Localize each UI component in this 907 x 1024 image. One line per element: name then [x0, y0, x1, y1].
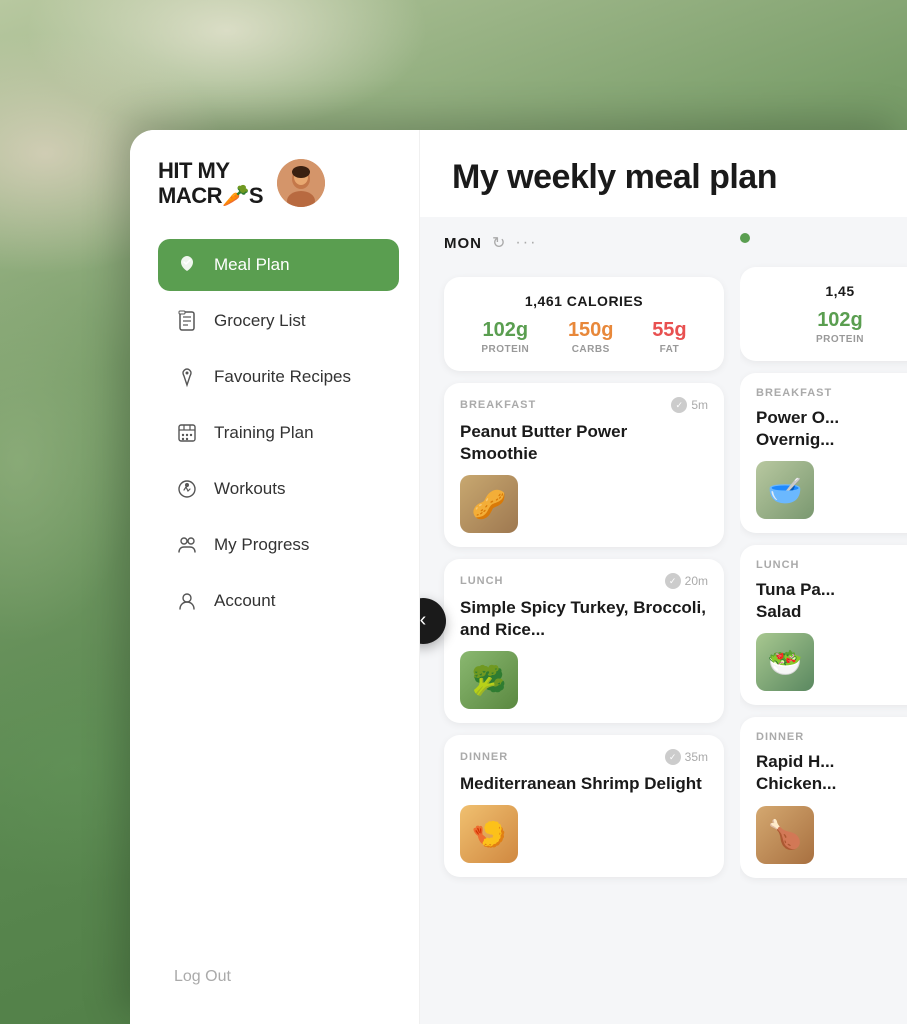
day-header-mon: MON ↻ ··· [444, 217, 724, 265]
grocery-list-icon [174, 308, 200, 334]
refresh-icon[interactable]: ↻ [492, 233, 505, 253]
main-content: My weekly meal plan ‹ MON ↻ ··· 1,461 CA… [420, 130, 907, 1024]
fat-value: 55g [652, 319, 686, 342]
meal-name-breakfast-tue: Power O...Overnig... [756, 407, 907, 451]
sidebar-item-my-progress[interactable]: My Progress [158, 519, 399, 571]
page-title: My weekly meal plan [452, 158, 777, 196]
logo-text: HIT MY MACR🥕S [158, 158, 263, 209]
macros-row-tue: 102g PROTEIN [758, 309, 907, 345]
sidebar: HIT MY MACR🥕S [130, 130, 420, 1024]
time-check-icon: ✓ [671, 397, 687, 413]
meal-time-lunch: ✓ 20m [665, 573, 708, 589]
meal-card-lunch-tue[interactable]: LUNCH Tuna Pa...Salad 🥗 [740, 545, 907, 705]
avatar[interactable] [277, 159, 325, 207]
protein-label-tue: PROTEIN [816, 334, 864, 345]
fat-label: FAT [652, 344, 686, 355]
logo-line2-start: MACR [158, 183, 222, 208]
time-check-icon-lunch: ✓ [665, 573, 681, 589]
sidebar-item-workouts[interactable]: Workouts [158, 463, 399, 515]
sidebar-item-training-plan[interactable]: Training Plan [158, 407, 399, 459]
protein-value: 102g [481, 319, 529, 342]
meal-card-lunch-mon[interactable]: LUNCH ✓ 20m Simple Spicy Turkey, Broccol… [444, 559, 724, 723]
sidebar-item-favourite-recipes[interactable]: Favourite Recipes [158, 351, 399, 403]
logo-carrot: 🥕 [222, 183, 249, 208]
calorie-card-tue: 1,45 102g PROTEIN [740, 267, 907, 361]
meal-plan-label: Meal Plan [214, 255, 290, 275]
sidebar-item-account[interactable]: Account [158, 575, 399, 627]
my-progress-label: My Progress [214, 535, 309, 555]
meal-name-dinner: Mediterranean Shrimp Delight [460, 773, 708, 795]
calorie-card-mon: 1,461 CALORIES 102g PROTEIN 150g CARBS [444, 277, 724, 371]
app-panel: HIT MY MACR🥕S [130, 130, 907, 1024]
meal-thumb-breakfast-tue: 🥣 [756, 461, 814, 519]
day-header-tue [740, 217, 907, 255]
day-column-tue: 1,45 102g PROTEIN BREAKFAST [740, 217, 907, 1024]
main-header: My weekly meal plan [420, 130, 907, 217]
avatar-image [277, 159, 325, 207]
favourite-recipes-label: Favourite Recipes [214, 367, 351, 387]
meal-type-dinner: DINNER [460, 751, 508, 763]
favourite-recipes-icon [174, 364, 200, 390]
meal-type-dinner-tue: DINNER [756, 731, 804, 743]
workouts-label: Workouts [214, 479, 286, 499]
logo-line2-end: S [249, 183, 263, 208]
training-plan-label: Training Plan [214, 423, 314, 443]
my-progress-icon [174, 532, 200, 558]
carbs-label: CARBS [568, 344, 614, 355]
carbs-macro: 150g CARBS [568, 319, 614, 355]
meal-thumb-dinner: 🍤 [460, 805, 518, 863]
meal-name-dinner-tue: Rapid H...Chicken... [756, 751, 907, 795]
meal-type-lunch: LUNCH [460, 575, 504, 587]
meal-thumb-lunch: 🥦 [460, 651, 518, 709]
meal-card-breakfast-tue[interactable]: BREAKFAST Power O...Overnig... 🥣 [740, 373, 907, 533]
meal-thumb-breakfast: 🥜 [460, 475, 518, 533]
meal-name-lunch-tue: Tuna Pa...Salad [756, 579, 907, 623]
protein-label: PROTEIN [481, 344, 529, 355]
meal-type-lunch-tue: LUNCH [756, 559, 800, 571]
workouts-icon [174, 476, 200, 502]
training-plan-icon [174, 420, 200, 446]
protein-macro-tue: 102g PROTEIN [816, 309, 864, 345]
meal-name-lunch: Simple Spicy Turkey, Broccoli, and Rice.… [460, 597, 708, 641]
calorie-total: 1,461 CALORIES [462, 293, 706, 309]
macros-row: 102g PROTEIN 150g CARBS 55g FAT [462, 319, 706, 355]
meal-thumb-lunch-tue: 🥗 [756, 633, 814, 691]
grocery-list-label: Grocery List [214, 311, 306, 331]
sidebar-nav: Meal Plan Grocery List [158, 239, 399, 631]
more-icon[interactable]: ··· [515, 234, 537, 252]
time-check-icon-dinner: ✓ [665, 749, 681, 765]
meal-thumb-dinner-tue: 🍗 [756, 806, 814, 864]
fat-macro: 55g FAT [652, 319, 686, 355]
meal-card-header: BREAKFAST ✓ 5m [460, 397, 708, 413]
meal-card-dinner-mon[interactable]: DINNER ✓ 35m Mediterranean Shrimp Deligh… [444, 735, 724, 877]
active-day-indicator [740, 233, 750, 243]
calorie-total-tue: 1,45 [758, 283, 907, 299]
meal-time-breakfast: ✓ 5m [671, 397, 708, 413]
logout-button[interactable]: Log Out [158, 958, 399, 996]
meal-card-dinner-tue[interactable]: DINNER Rapid H...Chicken... 🍗 [740, 717, 907, 877]
account-label: Account [214, 591, 275, 611]
day-label-mon: MON [444, 235, 482, 252]
carbs-value: 150g [568, 319, 614, 342]
day-column-mon: MON ↻ ··· 1,461 CALORIES 102g PROTEIN [444, 217, 724, 1024]
protein-macro: 102g PROTEIN [481, 319, 529, 355]
account-icon [174, 588, 200, 614]
meal-time-dinner: ✓ 35m [665, 749, 708, 765]
meal-name-breakfast: Peanut Butter Power Smoothie [460, 421, 708, 465]
logo-line1: HIT MY [158, 158, 230, 183]
protein-value-tue: 102g [816, 309, 864, 332]
logo-area: HIT MY MACR🥕S [158, 158, 399, 209]
meal-plan-icon [174, 252, 200, 278]
meal-type-breakfast-tue: BREAKFAST [756, 387, 832, 399]
sidebar-item-grocery-list[interactable]: Grocery List [158, 295, 399, 347]
sidebar-item-meal-plan[interactable]: Meal Plan [158, 239, 399, 291]
meal-card-breakfast-mon[interactable]: BREAKFAST ✓ 5m Peanut Butter Power Smoot… [444, 383, 724, 547]
meal-type-breakfast: BREAKFAST [460, 399, 536, 411]
